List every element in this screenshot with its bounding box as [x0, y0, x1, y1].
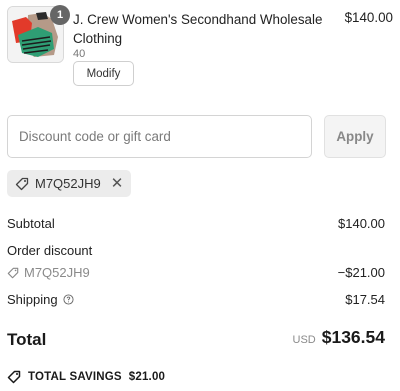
cart-line-item: 1 J. Crew Women's Secondhand Wholesale C… — [7, 5, 393, 88]
order-discount-row: Order discount — [7, 243, 385, 261]
close-icon[interactable]: ✕ — [111, 176, 124, 191]
total-amount: USD $136.54 — [293, 327, 386, 348]
tag-icon — [7, 267, 19, 279]
total-value: $136.54 — [321, 327, 385, 347]
subtotal-label: Subtotal — [7, 216, 55, 231]
modify-button[interactable]: Modify — [73, 61, 134, 86]
total-label: Total — [7, 330, 47, 349]
savings-value: $21.00 — [128, 371, 166, 383]
discount-code-line: M7Q52JH9 — [7, 265, 90, 280]
subtotal-value: $140.00 — [338, 216, 385, 231]
tag-icon — [15, 177, 29, 191]
help-circle-icon[interactable] — [63, 294, 74, 305]
order-discount-label: Order discount — [7, 243, 93, 258]
subtotal-row: Subtotal $140.00 — [7, 216, 385, 234]
discount-code-input[interactable] — [7, 115, 312, 158]
quantity-badge: 1 — [50, 5, 70, 25]
tag-icon — [7, 370, 21, 384]
shipping-label: Shipping — [7, 292, 58, 307]
total-savings: TOTAL SAVINGS $21.00 — [7, 370, 165, 384]
applied-code-label: M7Q52JH9 — [35, 176, 101, 191]
shipping-value: $17.54 — [345, 292, 385, 307]
discount-code-row: M7Q52JH9 −$21.00 — [7, 265, 385, 283]
currency-code: USD — [292, 334, 316, 346]
apply-button[interactable]: Apply — [324, 115, 386, 158]
product-variant: 40 — [73, 48, 86, 60]
shipping-label-group: Shipping — [7, 292, 74, 307]
product-price: $140.00 — [344, 10, 393, 25]
total-row: Total USD $136.54 — [7, 327, 385, 353]
discount-code-text: M7Q52JH9 — [24, 265, 90, 280]
product-title: J. Crew Women's Secondhand Wholesale Clo… — [73, 12, 323, 46]
savings-label: TOTAL SAVINGS — [28, 371, 122, 383]
discount-value: −$21.00 — [337, 265, 385, 280]
shipping-row: Shipping $17.54 — [7, 292, 385, 310]
applied-discount-chip: M7Q52JH9 ✕ — [7, 170, 132, 197]
discount-form: Apply — [7, 115, 386, 158]
